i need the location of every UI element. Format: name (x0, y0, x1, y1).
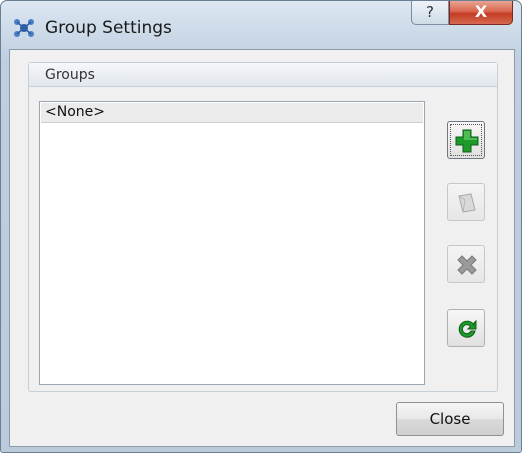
group-settings-window: Group Settings ? X Groups <None> Close (0, 0, 522, 453)
groups-panel-header: Groups (29, 63, 497, 87)
help-button[interactable]: ? (411, 1, 449, 25)
delete-group-button[interactable] (447, 245, 485, 283)
list-item[interactable]: <None> (41, 103, 423, 123)
close-button[interactable]: Close (396, 402, 504, 436)
groups-panel-title: Groups (45, 67, 95, 83)
title-bar[interactable]: Group Settings ? X (1, 1, 521, 49)
refresh-icon (458, 319, 477, 338)
dialog-body: Groups <None> Close (9, 49, 515, 447)
edit-icon (458, 193, 476, 213)
delete-icon (457, 255, 477, 275)
window-title: Group Settings (45, 18, 172, 38)
add-icon (455, 129, 479, 153)
refresh-groups-button[interactable] (447, 309, 485, 347)
window-close-button[interactable]: X (449, 1, 513, 25)
groups-list[interactable]: <None> (39, 101, 425, 385)
app-icon (14, 19, 34, 37)
add-group-button[interactable] (447, 121, 485, 159)
edit-group-button[interactable] (447, 183, 485, 221)
groups-panel: Groups <None> (28, 62, 498, 392)
